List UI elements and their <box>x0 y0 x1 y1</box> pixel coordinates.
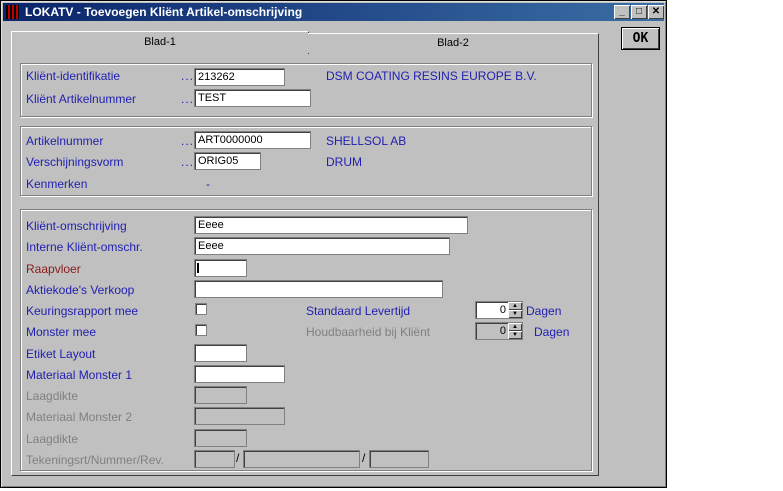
houdbaar-value: 0 <box>499 325 506 337</box>
interne-field[interactable]: Eeee <box>194 237 450 255</box>
raapvloer-label: Raapvloer <box>26 262 81 276</box>
monster-label: Monster mee <box>26 325 97 339</box>
materiaal1-label: Materiaal Monster 1 <box>26 368 133 382</box>
kenmerken-value: - <box>206 177 210 191</box>
omschrijving-label: Kliënt-omschrijving <box>26 219 127 233</box>
laagdikte2-field <box>194 429 247 447</box>
artikel-label: Artikelnummer <box>26 134 104 148</box>
slash-separator: / <box>236 451 240 465</box>
standaard-value: 0 <box>499 304 506 316</box>
standaard-unit: Dagen <box>526 304 562 318</box>
houdbaar-unit: Dagen <box>534 325 570 339</box>
etiket-label: Etiket Layout <box>26 347 96 361</box>
window-title: LOKATV - Toevoegen Kliënt Artikel-omschr… <box>25 5 303 19</box>
standaard-label: Standaard Levertijd <box>306 304 411 318</box>
standaard-spinner[interactable]: 0 ▲ ▼ <box>475 301 523 319</box>
dots: ... <box>181 155 195 169</box>
dots: ... <box>181 69 195 83</box>
etiket-field[interactable] <box>194 344 247 362</box>
klient-art-label: Kliënt Artikelnummer <box>26 92 137 106</box>
app-icon <box>6 5 19 19</box>
verschijning-name: DRUM <box>326 155 362 169</box>
aktiekode-field[interactable] <box>194 280 443 298</box>
laagdikte2-label: Laagdikte <box>26 432 79 446</box>
houdbaar-spinner: 0 ▲ ▼ <box>475 322 523 340</box>
verschijning-field[interactable]: ORIG05 <box>194 152 261 170</box>
interne-label: Interne Kliënt-omschr. <box>26 240 143 254</box>
spin-up-icon[interactable]: ▲ <box>508 302 522 310</box>
title-bar[interactable]: LOKATV - Toevoegen Kliënt Artikel-omschr… <box>3 3 664 21</box>
omschrijving-field[interactable]: Eeee <box>194 216 468 234</box>
minimize-button[interactable]: _ <box>614 5 630 19</box>
klient-id-field[interactable]: 213262 <box>194 68 285 86</box>
verschijning-label: Verschijningsvorm <box>26 155 124 169</box>
ok-button[interactable]: OK <box>622 28 659 49</box>
laagdikte1-label: Laagdikte <box>26 389 79 403</box>
slash-separator: / <box>362 451 366 465</box>
spin-up-icon: ▲ <box>508 323 522 331</box>
text-cursor <box>197 263 199 273</box>
monster-checkbox[interactable] <box>195 324 207 336</box>
tab-blad-1[interactable]: Blad-1 <box>11 31 309 54</box>
tab-blad-2[interactable]: Blad-2 <box>308 33 599 53</box>
keuring-label: Keuringsrapport mee <box>26 304 139 318</box>
materiaal2-label: Materiaal Monster 2 <box>26 410 133 424</box>
klient-art-field[interactable]: TEST <box>194 89 311 107</box>
klient-name: DSM COATING RESINS EUROPE B.V. <box>326 69 537 83</box>
raapvloer-field[interactable] <box>194 259 247 277</box>
kenmerken-label: Kenmerken <box>26 177 88 191</box>
tekening-soort-field <box>194 450 235 468</box>
spin-down-icon: ▼ <box>508 331 522 339</box>
keuring-checkbox[interactable] <box>195 303 207 315</box>
dots: ... <box>181 134 195 148</box>
aktiekode-label: Aktiekode's Verkoop <box>26 283 135 297</box>
artikel-name: SHELLSOL AB <box>326 134 407 148</box>
tekening-nummer-field <box>243 450 360 468</box>
maximize-button[interactable]: □ <box>631 5 647 19</box>
klient-id-label: Kliënt-identifikatie <box>26 69 121 83</box>
close-button[interactable]: ✕ <box>648 5 664 19</box>
tekening-label: Tekeningsrt/Nummer/Rev. <box>26 453 164 467</box>
artikel-field[interactable]: ART0000000 <box>194 131 311 149</box>
main-window: LOKATV - Toevoegen Kliënt Artikel-omschr… <box>0 0 667 488</box>
tekening-rev-field <box>369 450 429 468</box>
materiaal2-field <box>194 407 285 425</box>
dots: ... <box>181 92 195 106</box>
houdbaar-label: Houdbaarheid bij Kliënt <box>306 325 431 339</box>
materiaal1-field[interactable] <box>194 365 285 383</box>
spin-down-icon[interactable]: ▼ <box>508 310 522 318</box>
laagdikte1-field <box>194 386 247 404</box>
